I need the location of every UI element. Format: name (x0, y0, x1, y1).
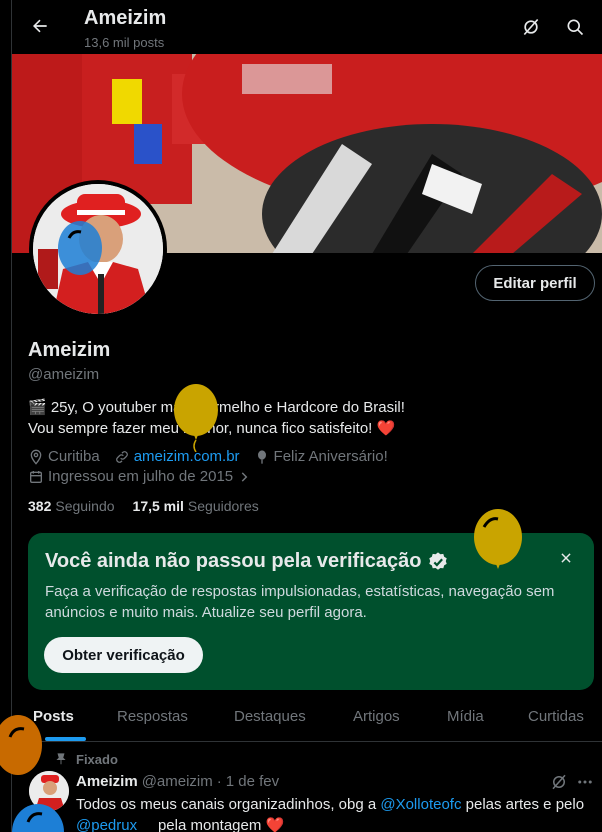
tab-replies[interactable]: Respostas (117, 708, 188, 725)
chevron-right-icon (241, 471, 248, 482)
balloon-decoration (174, 384, 218, 452)
heart-emoji: ❤️ (265, 817, 285, 832)
pin-icon (56, 753, 66, 765)
balloon-decoration (58, 221, 102, 275)
birthday: Feliz Aniversário! (254, 448, 388, 465)
balloon-decoration (12, 804, 64, 832)
grok-icon (523, 18, 539, 36)
verification-title: Você ainda não passou pela verificação (45, 550, 449, 573)
profile-tabs: Posts Respostas Destaques Artigos Mídia … (12, 697, 602, 742)
verified-badge-icon (429, 551, 448, 570)
location-pin-icon (30, 449, 42, 465)
get-verified-button[interactable]: Obter verificação (44, 637, 203, 673)
verification-description: Faça a verificação de respostas impulsio… (45, 583, 555, 621)
profile-name: Ameizim (28, 339, 111, 361)
grok-icon[interactable] (550, 773, 568, 791)
followers-link[interactable]: 17,5 mil Seguidores (133, 498, 259, 514)
grok-button[interactable] (518, 14, 544, 40)
location: Curitiba (28, 448, 100, 465)
tweet-header: Ameizim @ameizim · 1 de fev (76, 773, 279, 790)
close-button[interactable] (556, 548, 576, 568)
joined-date[interactable]: Ingressou em julho de 2015 (28, 468, 251, 485)
tab-articles[interactable]: Artigos (353, 708, 400, 725)
tweet-date[interactable]: 1 de fev (226, 773, 279, 790)
page-title: Ameizim (84, 7, 167, 29)
search-button[interactable] (562, 14, 588, 40)
edit-profile-button[interactable]: Editar perfil (475, 265, 595, 301)
bio-line: 🎬 25y, O youtuber mais Vermelho e Hardco… (28, 399, 405, 416)
balloon-decoration (474, 509, 522, 569)
balloon-icon (257, 449, 266, 464)
search-icon (567, 19, 584, 36)
bio-line: Vou sempre fazer meu melhor, nunca fico … (28, 420, 396, 437)
profile-handle: @ameizim (28, 366, 100, 383)
balloon-decoration (0, 715, 42, 775)
active-tab-indicator (45, 737, 86, 741)
tweet-text: Todos os meus canais organizadinhos, obg… (76, 796, 585, 832)
tweet-author-handle[interactable]: @ameizim (142, 773, 213, 790)
more-icon[interactable] (576, 773, 594, 791)
post-count: 13,6 mil posts (84, 35, 165, 50)
mention-link[interactable]: @Xolloteofc (380, 796, 461, 813)
calendar-icon (30, 470, 42, 483)
tab-highlights[interactable]: Destaques (234, 708, 306, 725)
pinned-label: Fixado (76, 752, 118, 767)
arrow-left-icon (33, 19, 47, 33)
profile-header: Ameizim 13,6 mil posts (12, 0, 602, 54)
profile-bio: 🎬 25y, O youtuber mais Vermelho e Hardco… (28, 397, 588, 439)
link-icon (115, 450, 128, 463)
separator: · (216, 773, 222, 790)
back-button[interactable] (26, 12, 54, 40)
tab-media[interactable]: Mídia (447, 708, 484, 725)
follow-stats: 382 Seguindo 17,5 mil Seguidores (28, 498, 277, 514)
tweet-author-name[interactable]: Ameizim (76, 773, 138, 790)
tab-likes[interactable]: Curtidas (528, 708, 584, 725)
mention-link[interactable]: @pedrux__ (76, 817, 154, 832)
close-icon (561, 553, 571, 563)
following-link[interactable]: 382 Seguindo (28, 498, 115, 514)
